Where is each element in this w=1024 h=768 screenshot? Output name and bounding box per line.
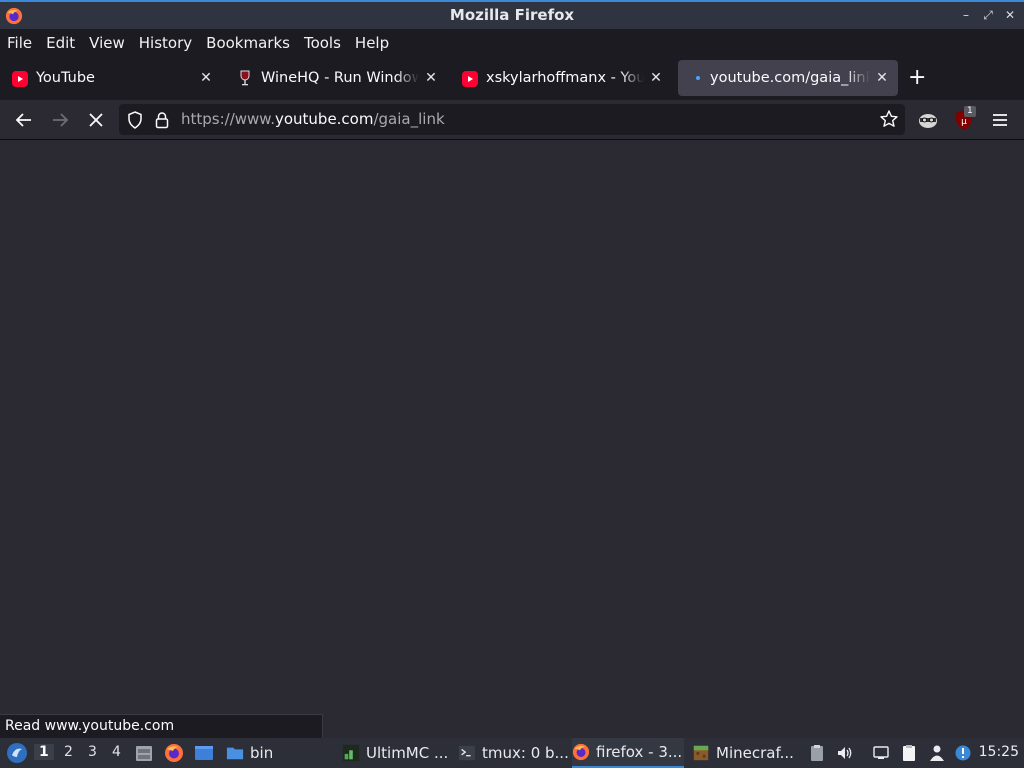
desktop-taskbar: 1 2 3 4 bin UltimMC ... tmux: 0 b... fir… [0, 738, 1024, 768]
terminal-icon [458, 745, 476, 761]
tab-label: WineHQ - Run Windows applications on Lin… [261, 70, 419, 86]
extension-badge: 1 [964, 106, 976, 117]
forward-arrow-icon [53, 113, 69, 127]
clipboard-icon[interactable] [808, 744, 826, 762]
menu-history[interactable]: History [139, 34, 192, 52]
status-panel: Read www.youtube.com [0, 714, 323, 738]
workspace-3[interactable]: 3 [88, 744, 97, 760]
task-label: Minecraf... [716, 744, 794, 762]
svg-text:μ: μ [961, 117, 967, 127]
menu-help[interactable]: Help [355, 34, 389, 52]
stop-x-icon [89, 113, 103, 127]
tab-close-button[interactable]: ✕ [194, 70, 218, 86]
maximize-button[interactable]: ⤢ [982, 7, 994, 23]
task-minecraft[interactable]: Minecraf... [692, 738, 804, 768]
desktop-icon[interactable] [194, 743, 214, 763]
close-window-button[interactable]: ✕ [1004, 7, 1016, 23]
tab-gaia-link[interactable]: youtube.com/gaia_link ✕ [678, 60, 898, 96]
youtube-icon [12, 71, 28, 87]
clock: 15:25 [978, 744, 1019, 760]
task-label: UltimMC ... [366, 744, 449, 762]
start-menu-icon[interactable] [6, 742, 28, 764]
minimize-button[interactable]: – [960, 7, 972, 23]
firefox-launcher-icon[interactable] [164, 743, 184, 763]
back-arrow-icon [15, 113, 31, 127]
folder-bin-task[interactable]: bin [226, 738, 273, 768]
tab-close-button[interactable]: ✕ [870, 70, 894, 86]
menu-edit[interactable]: Edit [46, 34, 75, 52]
menu-view[interactable]: View [89, 34, 125, 52]
ultimmc-icon [342, 744, 360, 762]
tab-xskylarhoffmanx[interactable]: xskylarhoffmanx - YouTube ✕ [452, 60, 672, 96]
file-cabinet-icon[interactable] [134, 743, 154, 763]
url-prefix: https://www. [181, 110, 275, 128]
task-ultimmc[interactable]: UltimMC ... [342, 738, 454, 768]
menu-bar: File Edit View History Bookmarks Tools H… [0, 29, 1024, 56]
window-titlebar: Mozilla Firefox – ⤢ ✕ [0, 0, 1024, 29]
task-label: firefox - 3... [596, 743, 683, 761]
privacy-badger-icon[interactable] [916, 108, 940, 132]
folder-label: bin [250, 744, 274, 762]
tracking-protection-shield-icon[interactable] [127, 111, 143, 129]
minecraft-icon [693, 745, 709, 761]
clipboard-manager-icon[interactable] [900, 744, 918, 762]
bookmark-star-icon[interactable] [879, 109, 899, 129]
loading-icon [696, 76, 700, 80]
youtube-icon [462, 71, 478, 87]
hamburger-menu-icon[interactable] [988, 108, 1012, 132]
tab-close-button[interactable]: ✕ [644, 70, 668, 86]
firefox-icon [572, 743, 590, 761]
folder-icon [226, 747, 244, 760]
volume-icon[interactable] [836, 744, 854, 762]
update-notifier-icon[interactable] [954, 744, 972, 762]
tab-youtube[interactable]: YouTube ✕ [2, 60, 222, 96]
workspace-1[interactable]: 1 [34, 744, 54, 760]
workspace-2[interactable]: 2 [64, 744, 73, 760]
new-tab-button[interactable]: + [908, 67, 926, 89]
tab-strip: YouTube ✕ WineHQ - Run Windows applicati… [0, 56, 1024, 100]
url-host: youtube.com [274, 110, 374, 128]
user-switch-icon[interactable] [928, 744, 946, 762]
url-text[interactable]: https://www.youtube.com/gaia_link [181, 110, 445, 128]
task-tmux[interactable]: tmux: 0 b... [458, 738, 570, 768]
tab-label: YouTube [36, 70, 95, 86]
menu-bookmarks[interactable]: Bookmarks [206, 34, 290, 52]
workspace-4[interactable]: 4 [112, 744, 121, 760]
task-firefox[interactable]: firefox - 3... [572, 738, 684, 768]
tab-label: youtube.com/gaia_link [710, 70, 870, 86]
navigation-toolbar: https://www.youtube.com/gaia_link μ [0, 100, 1024, 140]
tab-label: xskylarhoffmanx - YouTube [486, 70, 644, 86]
window-title: Mozilla Firefox [449, 6, 575, 24]
page-content[interactable] [0, 141, 1024, 738]
url-path: /gaia_link [373, 110, 445, 128]
menu-tools[interactable]: Tools [304, 34, 341, 52]
network-icon[interactable] [872, 744, 890, 762]
tab-close-button[interactable]: ✕ [419, 70, 443, 86]
stop-button[interactable] [84, 108, 108, 132]
back-button[interactable] [12, 108, 36, 132]
tab-winehq[interactable]: WineHQ - Run Windows applications on Lin… [227, 60, 447, 96]
task-label: tmux: 0 b... [482, 744, 569, 762]
lock-icon[interactable] [155, 111, 169, 129]
forward-button[interactable] [48, 108, 72, 132]
url-bar[interactable]: https://www.youtube.com/gaia_link [119, 104, 905, 135]
menu-file[interactable]: File [7, 34, 32, 52]
wine-icon [237, 70, 253, 86]
